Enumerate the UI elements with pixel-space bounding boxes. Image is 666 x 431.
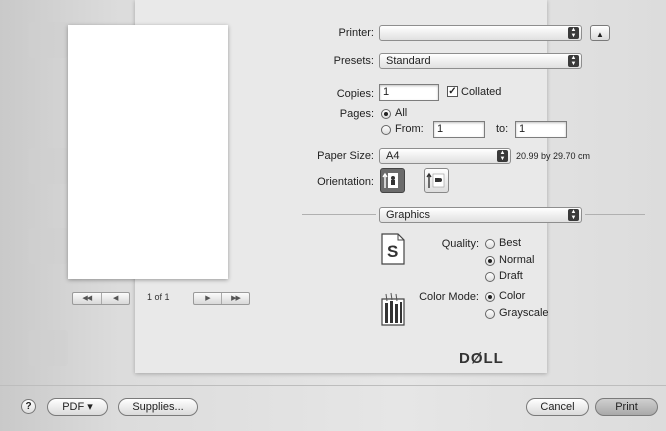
collated-label: Collated: [461, 86, 502, 98]
quality-best-radio[interactable]: [485, 239, 495, 249]
pages-from-label: From:: [395, 123, 424, 135]
desktop-item: [28, 148, 68, 184]
paper-size-select[interactable]: A4 ▲ ▼: [379, 148, 511, 164]
copies-label: Copies:: [336, 88, 374, 100]
quality-draft-radio[interactable]: [485, 272, 495, 282]
copies-field[interactable]: 1: [379, 84, 439, 101]
paper-size-value: A4: [386, 150, 400, 162]
popup-arrows-icon: ▲ ▼: [568, 27, 579, 39]
pager-back-control[interactable]: ◀◀ ◀: [72, 292, 130, 305]
last-page-button[interactable]: ▶▶: [221, 293, 249, 304]
desktop-item: [28, 330, 68, 366]
page-count-label: 1 of 1: [147, 292, 170, 302]
pages-label: Pages:: [339, 108, 374, 120]
section-value: Graphics: [386, 209, 431, 221]
quality-label: Quality:: [441, 238, 479, 250]
portrait-icon: [382, 172, 398, 188]
pager-forward-control[interactable]: ▶ ▶▶: [193, 292, 250, 305]
pages-to-label: to:: [496, 123, 509, 135]
color-mode-label: Color Mode:: [419, 291, 479, 303]
printer-label: Printer:: [338, 27, 374, 39]
first-page-button[interactable]: ◀◀: [73, 293, 101, 304]
orientation-landscape-button[interactable]: [424, 168, 449, 193]
quality-option-normal: Normal: [499, 254, 535, 266]
desktop-item: [28, 22, 68, 58]
next-page-button[interactable]: ▶: [194, 293, 221, 304]
presets-label: Presets:: [333, 55, 374, 67]
landscape-icon: [426, 172, 445, 188]
quality-option-draft: Draft: [499, 270, 523, 282]
presets-value: Standard: [386, 55, 431, 67]
section-divider-left: [302, 214, 376, 215]
printer-select[interactable]: ▲ ▼: [379, 25, 582, 41]
color-mode-grayscale-radio[interactable]: [485, 309, 495, 319]
quality-normal-radio[interactable]: [485, 256, 495, 266]
popup-arrows-icon: ▲ ▼: [568, 209, 579, 221]
triangle-up-icon: ▲: [596, 30, 604, 39]
print-button[interactable]: Print: [595, 398, 658, 416]
section-divider-right: [585, 214, 645, 215]
orientation-label: Orientation:: [317, 176, 374, 188]
presets-select[interactable]: Standard ▲ ▼: [379, 53, 582, 69]
orientation-portrait-button[interactable]: [380, 168, 405, 193]
pages-to-field[interactable]: 1: [515, 121, 567, 138]
quality-option-best: Best: [499, 237, 522, 249]
dell-logo: DØLL: [459, 350, 504, 367]
svg-text:S: S: [387, 242, 398, 261]
footer-separator: [0, 385, 666, 386]
section-select[interactable]: Graphics ▲ ▼: [379, 207, 582, 223]
pages-all-radio[interactable]: [381, 109, 391, 119]
color-mode-option-color: Color: [499, 290, 526, 302]
previous-page-button[interactable]: ◀: [100, 293, 130, 304]
page-preview: [68, 25, 228, 279]
popup-arrows-icon: ▲ ▼: [568, 55, 579, 67]
collated-checkbox[interactable]: ✓: [447, 86, 458, 97]
pages-all-label: All: [395, 107, 408, 119]
pages-from-field[interactable]: 1: [433, 121, 485, 138]
desktop-item: [28, 228, 68, 264]
pages-from-radio[interactable]: [381, 125, 391, 135]
supplies-button[interactable]: Supplies...: [118, 398, 198, 416]
cancel-button[interactable]: Cancel: [526, 398, 589, 416]
color-mode-color-radio[interactable]: [485, 292, 495, 302]
help-button[interactable]: ?: [21, 399, 36, 414]
disclosure-button[interactable]: ▲: [590, 25, 610, 41]
paper-dimensions: 20.99 by 29.70 cm: [516, 151, 591, 161]
pdf-menu-button[interactable]: PDF ▾: [47, 398, 108, 416]
popup-arrows-icon: ▲ ▼: [497, 150, 508, 162]
paper-size-label: Paper Size:: [317, 150, 374, 162]
color-mode-option-grayscale: Grayscale: [499, 307, 549, 319]
